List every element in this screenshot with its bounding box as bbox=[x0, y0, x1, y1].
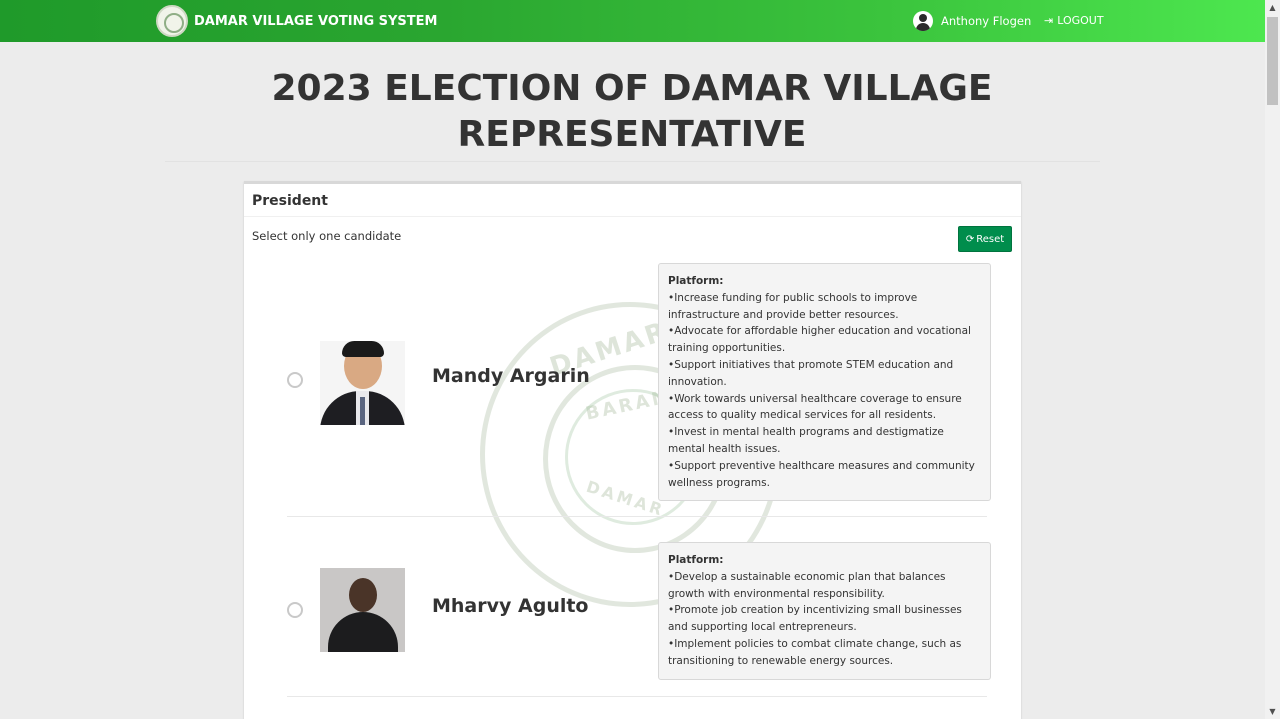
candidate-divider bbox=[287, 516, 987, 517]
candidate-row: Mharvy Agulto Platform: •Develop a susta… bbox=[287, 542, 991, 692]
logout-link[interactable]: ⇥ LOGOUT bbox=[1044, 14, 1104, 27]
scroll-thumb[interactable] bbox=[1267, 17, 1278, 105]
platform-item: •Work towards universal healthcare cover… bbox=[668, 392, 962, 422]
selection-instruction: Select only one candidate bbox=[252, 229, 402, 243]
brand[interactable]: DAMAR VILLAGE VOTING SYSTEM bbox=[156, 5, 437, 37]
ballot-card-header: President bbox=[244, 184, 1021, 217]
candidate-divider bbox=[287, 696, 987, 697]
scroll-up-arrow-icon[interactable]: ▲ bbox=[1265, 0, 1280, 15]
candidate-name: Mandy Argarin bbox=[432, 365, 590, 387]
candidate-name: Mharvy Agulto bbox=[432, 595, 589, 617]
brand-title: DAMAR VILLAGE VOTING SYSTEM bbox=[194, 13, 438, 29]
user-menu[interactable]: Anthony Flogen bbox=[913, 11, 1031, 31]
platform-item: •Advocate for affordable higher educatio… bbox=[668, 325, 971, 355]
platform-item: •Support initiatives that promote STEM e… bbox=[668, 358, 954, 388]
refresh-icon: ⟳ bbox=[965, 233, 975, 245]
reset-label: Reset bbox=[976, 233, 1005, 245]
reset-button[interactable]: ⟳ Reset bbox=[958, 226, 1012, 252]
candidate-platform: Platform: •Increase funding for public s… bbox=[658, 263, 991, 502]
platform-item: •Develop a sustainable economic plan tha… bbox=[668, 570, 946, 600]
position-title: President bbox=[252, 193, 328, 209]
top-navbar: DAMAR VILLAGE VOTING SYSTEM Anthony Flog… bbox=[0, 0, 1265, 42]
platform-heading: Platform: bbox=[668, 554, 724, 566]
user-name: Anthony Flogen bbox=[941, 14, 1032, 28]
page-title: 2023 ELECTION OF DAMAR VILLAGE REPRESENT… bbox=[271, 68, 993, 155]
user-avatar bbox=[913, 11, 933, 31]
platform-heading: Platform: bbox=[668, 275, 724, 287]
photo-face bbox=[349, 578, 377, 612]
platform-item: •Increase funding for public schools to … bbox=[668, 291, 918, 321]
platform-item: •Promote job creation by incentivizing s… bbox=[668, 604, 962, 634]
photo-tie bbox=[360, 397, 365, 425]
platform-item: •Invest in mental health programs and de… bbox=[668, 426, 944, 455]
page-scrollbar[interactable]: ▲ ▼ bbox=[1265, 0, 1280, 719]
candidate-photo bbox=[320, 568, 405, 652]
ballot-card: President Select only one candidate ⟳ Re… bbox=[244, 181, 1021, 719]
photo-hair bbox=[342, 341, 384, 357]
platform-item: •Implement policies to combat climate ch… bbox=[668, 637, 962, 667]
candidate-radio[interactable] bbox=[287, 602, 303, 618]
scroll-down-arrow-icon[interactable]: ▼ bbox=[1265, 704, 1280, 719]
candidate-radio[interactable] bbox=[287, 372, 303, 388]
candidate-row: Mandy Argarin Platform: •Increase fundin… bbox=[287, 262, 991, 502]
village-seal-logo bbox=[156, 5, 188, 37]
candidate-platform: Platform: •Develop a sustainable economi… bbox=[658, 542, 991, 680]
candidate-photo bbox=[320, 341, 405, 425]
sign-out-icon: ⇥ bbox=[1044, 14, 1054, 27]
logout-label: LOGOUT bbox=[1057, 14, 1104, 27]
photo-shirt bbox=[328, 612, 398, 652]
title-divider bbox=[165, 161, 1100, 162]
platform-item: •Support preventive healthcare measures … bbox=[668, 459, 975, 489]
